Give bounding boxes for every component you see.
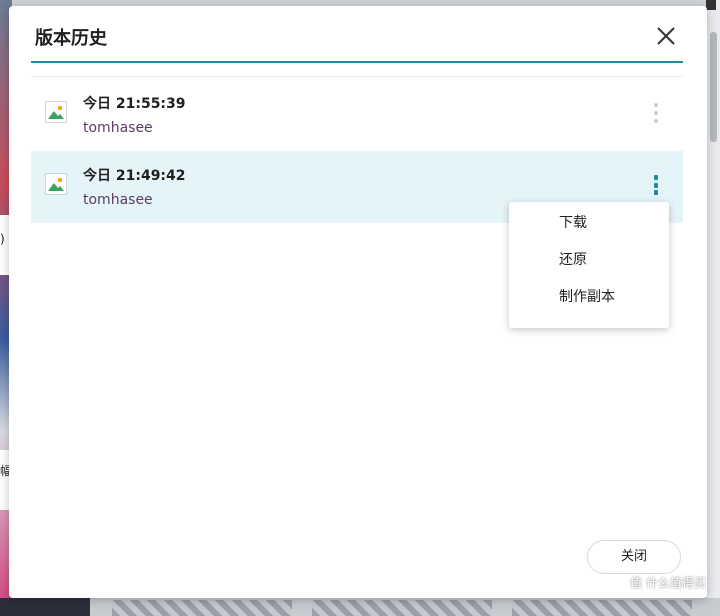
page-scrollbar[interactable] xyxy=(710,32,717,142)
version-user: tomhasee xyxy=(83,192,153,208)
version-row[interactable]: 今日 21:55:39 tomhasee xyxy=(31,79,683,151)
background-thumbnail[interactable] xyxy=(112,600,292,616)
version-history-dialog: 版本历史 今日 21:55:39 tomhasee 今日 21:49:42 to… xyxy=(9,6,707,598)
version-time: 今日 21:49:42 xyxy=(83,168,186,184)
menu-item-download[interactable]: 下载 xyxy=(509,206,669,240)
background-thumbnail[interactable] xyxy=(312,600,492,616)
grid-icon xyxy=(706,0,716,10)
watermark: 值 什么值得买 xyxy=(630,576,706,590)
image-file-icon xyxy=(45,101,67,123)
background-right-strip xyxy=(706,0,720,616)
menu-item-restore[interactable]: 还原 xyxy=(509,243,669,277)
title-divider xyxy=(31,61,683,63)
version-user: tomhasee xyxy=(83,120,153,136)
background-thumbnail[interactable] xyxy=(512,600,692,616)
version-context-menu: 下载 还原 制作副本 xyxy=(509,202,669,328)
background-bottom-dark xyxy=(0,598,90,616)
more-vertical-icon[interactable] xyxy=(649,173,663,197)
list-divider xyxy=(31,76,683,77)
dialog-title: 版本历史 xyxy=(35,28,107,49)
background-text: ) xyxy=(0,232,5,246)
version-time: 今日 21:55:39 xyxy=(83,96,186,112)
more-vertical-icon[interactable] xyxy=(649,101,663,125)
close-icon[interactable] xyxy=(653,23,679,49)
menu-item-make-copy[interactable]: 制作副本 xyxy=(509,280,669,314)
image-file-icon xyxy=(45,173,67,195)
close-button[interactable]: 关闭 xyxy=(587,540,681,574)
